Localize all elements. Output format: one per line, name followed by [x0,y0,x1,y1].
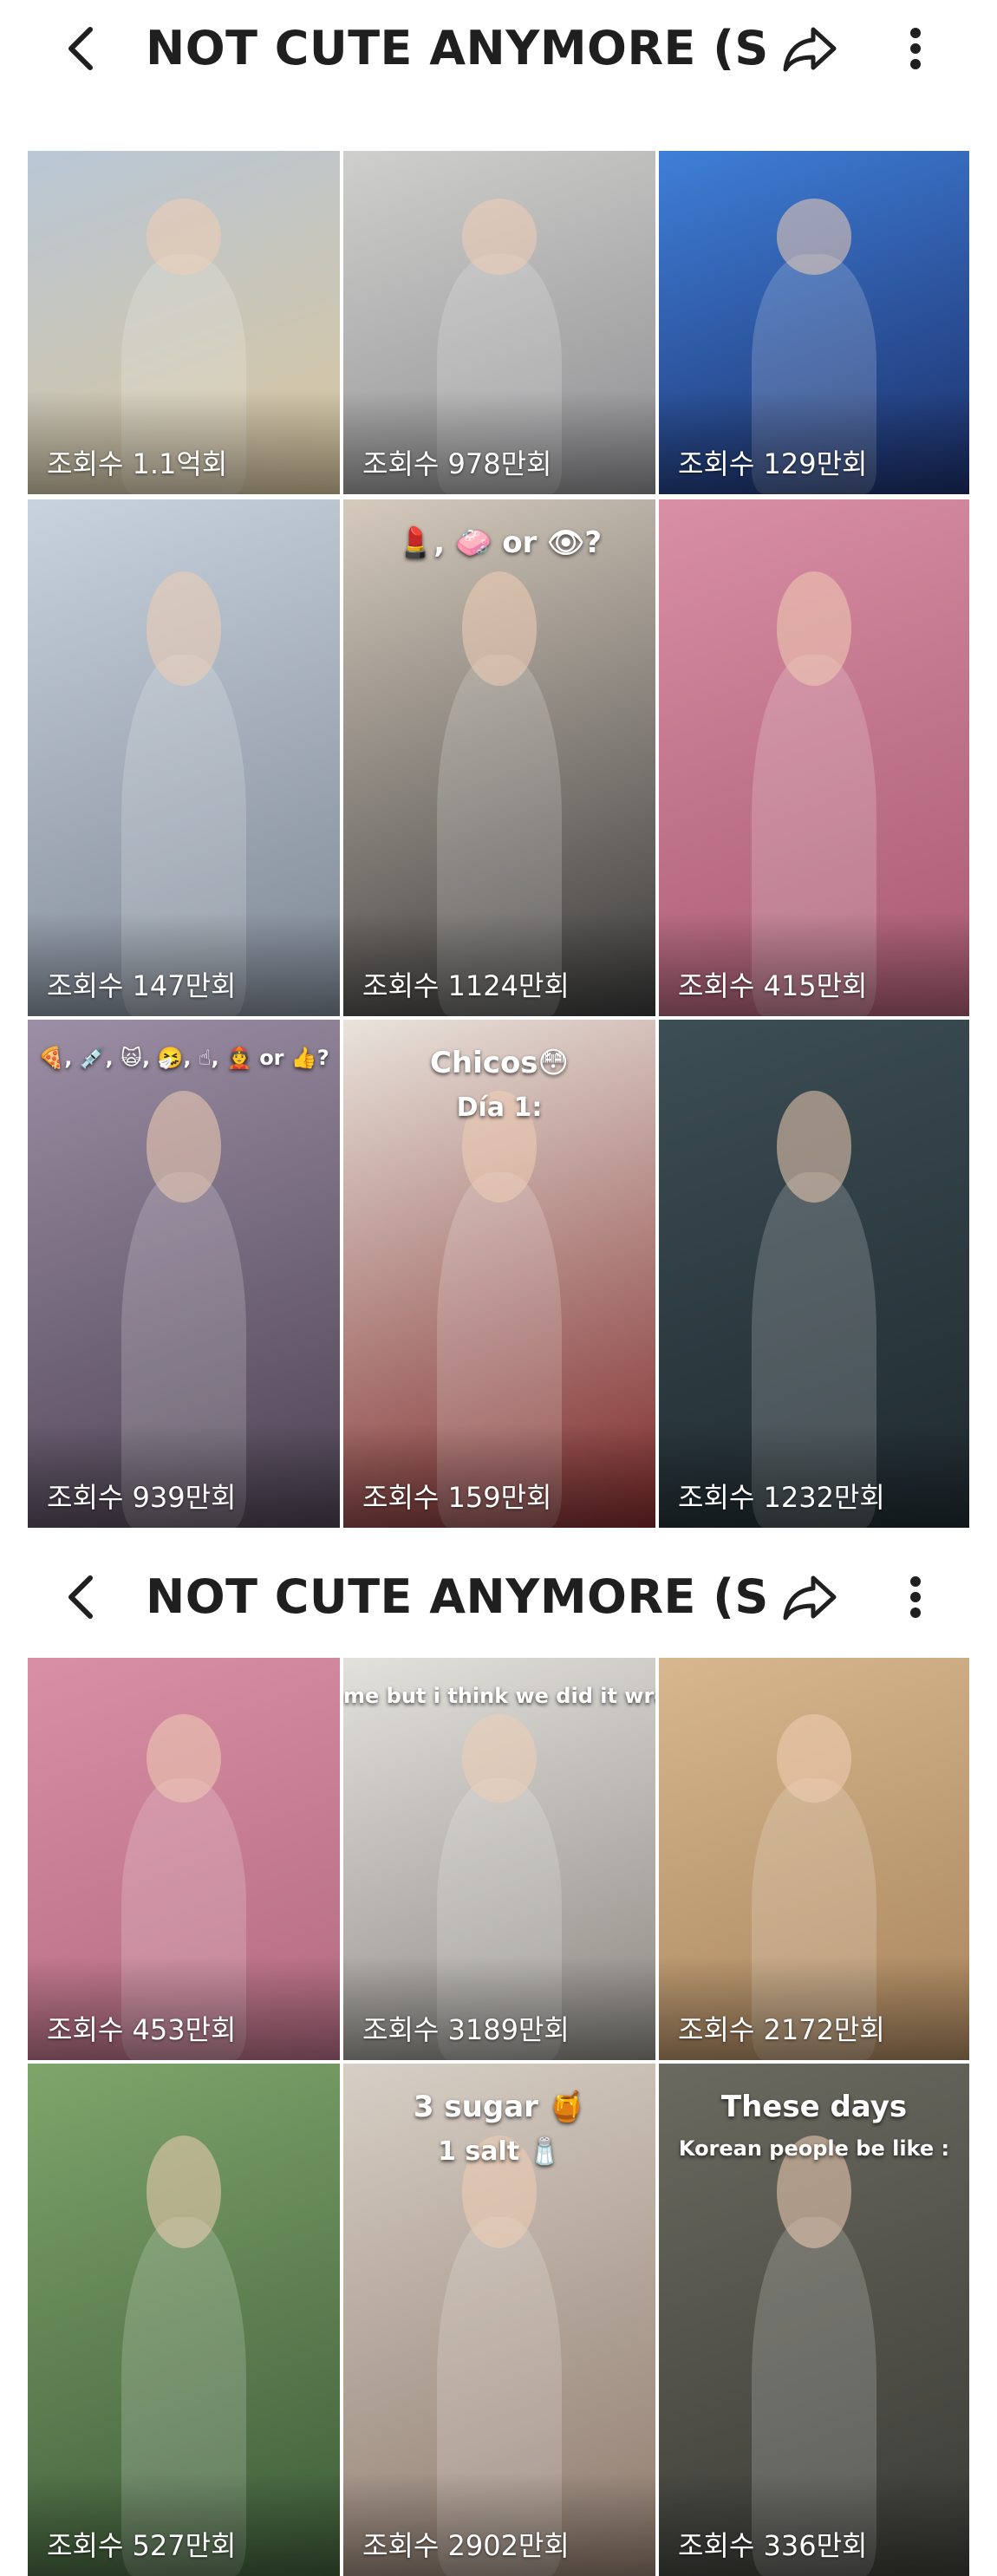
view-count: 조회수 1.1억회 [47,447,228,480]
share-button[interactable] [779,1569,841,1625]
view-count: 조회수 3189만회 [362,2013,570,2046]
share-icon [783,1575,837,1621]
video-tile[interactable]: 3 sugar 🍯 1 salt 🧂 조회수 2902만회 [343,2064,655,2576]
view-count: 조회수 2902만회 [362,2529,570,2562]
view-count: 조회수 939만회 [47,1481,237,1514]
thumbnail-caption: 3 sugar 🍯 [413,2090,586,2124]
video-tile[interactable]: 💄, 🧼 or 👁? 조회수 1124만회 [343,499,655,1016]
video-tile[interactable]: 조회수 415만회 [659,499,969,1016]
back-arrow-icon [68,1575,93,1619]
thumbnail-caption-secondary: Korean people be like : [678,2136,950,2161]
thumbnail-subject [777,571,851,686]
thumbnail-caption-secondary: 1 salt 🧂 [438,2136,561,2167]
thumbnail-subject [146,571,222,686]
section-header: NOT CUTE ANYMORE (S... [0,1549,997,1646]
view-count: 조회수 147만회 [47,969,237,1002]
view-count: 조회수 978만회 [362,447,552,480]
video-tile[interactable]: 조회수 147만회 [28,499,340,1016]
thumbnail-subject [146,2135,222,2248]
playlist-title: NOT CUTE ANYMORE (S... [146,21,770,75]
view-count: 조회수 415만회 [678,969,868,1002]
playlist-title: NOT CUTE ANYMORE (S... [146,1569,770,1624]
view-count: 조회수 453만회 [47,2013,237,2046]
video-tile[interactable]: 조회수 1.1억회 [28,151,340,494]
more-vertical-icon [910,28,921,69]
video-tile[interactable]: 조회수 527만회 [28,2064,340,2576]
more-options-button[interactable] [889,1569,942,1625]
video-tile[interactable]: me but i think we did it wrong? 조회수 3189만… [343,1658,655,2060]
more-vertical-icon [910,1576,921,1618]
thumbnail-subject [777,1091,851,1203]
playlist-page: NOT CUTE ANYMORE (S... 조회수 1.1억회 조회수 978만… [0,0,997,2576]
thumbnail-subject [146,1091,222,1203]
video-tile[interactable]: 🍕, 💉, 🙀, 🤧, ☝, 👲 or 👍? 조회수 939만회 [28,1020,340,1528]
back-button[interactable] [55,1571,108,1623]
view-count: 조회수 1124만회 [362,969,570,1002]
view-count: 조회수 1232만회 [678,1481,885,1514]
thumbnail-caption: me but i think we did it wrong? [343,1684,655,1708]
thumbnail-caption-secondary: Día 1: [456,1092,543,1123]
thumbnail-subject [146,199,222,275]
thumbnail-subject [461,1713,538,1803]
thumbnail-subject [146,1713,222,1803]
video-tile[interactable]: 조회수 2172만회 [659,1658,969,2060]
more-options-button[interactable] [889,21,942,76]
thumbnail-subject [461,199,538,275]
video-tile[interactable]: 조회수 453만회 [28,1658,340,2060]
view-count: 조회수 336만회 [678,2529,868,2562]
thumbnail-caption: Chicos😳 [429,1046,569,1080]
thumbnail-caption: These days [720,2090,908,2124]
thumbnail-subject [777,1713,851,1803]
video-tile[interactable]: 조회수 1232만회 [659,1020,969,1528]
view-count: 조회수 527만회 [47,2529,237,2562]
share-icon [783,27,837,72]
thumbnail-subject [777,199,851,275]
video-tile[interactable]: 조회수 978만회 [343,151,655,494]
thumbnail-caption: 🍕, 💉, 🙀, 🤧, ☝, 👲 or 👍? [38,1046,329,1070]
video-tile[interactable]: 조회수 129만회 [659,151,969,494]
video-tile[interactable]: Chicos😳 Día 1: 조회수 159만회 [343,1020,655,1528]
thumbnail-caption: 💄, 🧼 or 👁? [396,525,603,560]
video-tile[interactable]: These days Korean people be like : 조회수 336… [659,2064,969,2576]
back-arrow-icon [68,27,93,70]
view-count: 조회수 2172만회 [678,2013,885,2046]
thumbnail-subject [461,571,538,686]
view-count: 조회수 159만회 [362,1481,552,1514]
share-button[interactable] [779,21,841,76]
view-count: 조회수 129만회 [678,447,868,480]
section-header: NOT CUTE ANYMORE (S... [0,0,997,97]
back-button[interactable] [55,23,108,75]
